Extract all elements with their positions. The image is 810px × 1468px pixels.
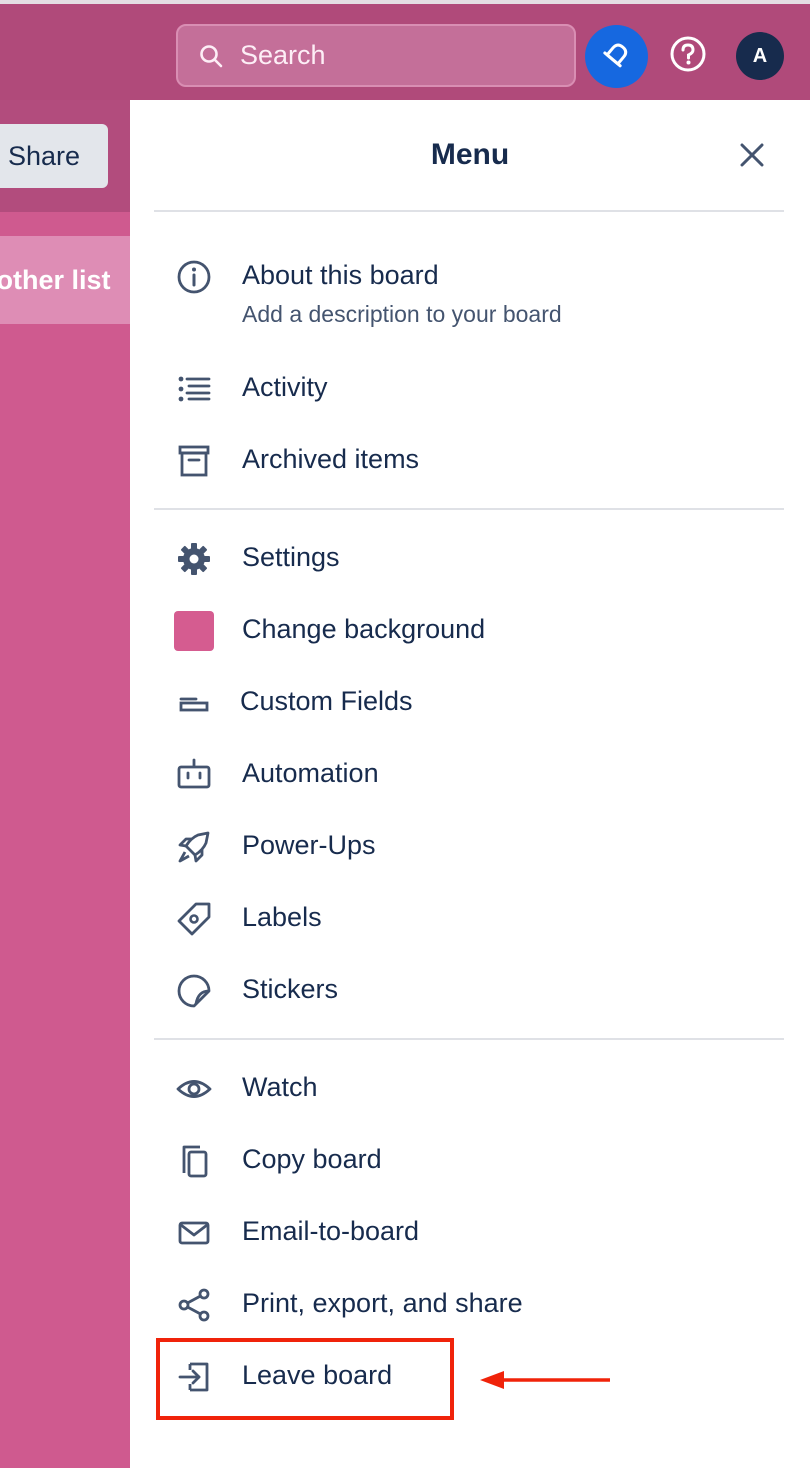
menu-title: Menu [430, 138, 510, 171]
activity-list-icon [174, 369, 214, 409]
menu-item-label: Custom Fields [240, 686, 413, 716]
menu-item-label: Settings [242, 542, 340, 572]
menu-item-label: Labels [242, 902, 322, 932]
menu-item-power-ups[interactable]: Power-Ups [174, 827, 376, 867]
close-menu-button[interactable] [733, 138, 771, 176]
notifications-button[interactable] [585, 25, 648, 88]
menu-item-labels[interactable]: Labels [174, 899, 322, 939]
divider [154, 508, 784, 510]
custom-fields-icon [174, 683, 214, 723]
help-button[interactable] [666, 34, 710, 78]
search-placeholder: Search [240, 40, 326, 70]
menu-item-description: Add a description to your board [242, 301, 562, 327]
menu-item-settings[interactable]: Settings [174, 539, 340, 579]
avatar[interactable]: A [736, 32, 784, 80]
background-swatch [174, 611, 214, 651]
search-icon [196, 41, 226, 71]
menu-item-email-to-board[interactable]: Email-to-board [174, 1213, 419, 1253]
menu-item-label: Email-to-board [242, 1216, 420, 1246]
top-bar: Search A [0, 0, 810, 100]
info-icon [174, 257, 214, 297]
email-icon [174, 1213, 214, 1253]
menu-item-label: About this board [242, 260, 439, 290]
share-button[interactable]: Share [0, 124, 108, 188]
annotation-arrow-icon [480, 1371, 610, 1389]
menu-item-automation[interactable]: Automation [174, 755, 379, 795]
notifications-icon [600, 37, 634, 76]
search-bar[interactable]: Search [176, 24, 576, 87]
close-icon [738, 141, 766, 174]
gear-icon [174, 539, 214, 579]
archive-icon [174, 441, 214, 481]
label-tag-icon [174, 899, 214, 939]
menu-item-archived-items[interactable]: Archived items [174, 441, 419, 481]
menu-item-label: Power-Ups [242, 830, 376, 860]
eye-icon [174, 1069, 214, 1109]
menu-item-copy-board[interactable]: Copy board [174, 1141, 382, 1181]
menu-item-custom-fields[interactable]: Custom Fields [174, 683, 413, 723]
add-another-list-button[interactable]: nother list [0, 236, 130, 324]
menu-item-about-board[interactable]: About this board Add a description to yo… [174, 257, 562, 327]
menu-item-label: Copy board [242, 1144, 382, 1174]
menu-item-label: Archived items [242, 444, 420, 474]
menu-item-label: Print, export, and share [242, 1288, 523, 1318]
automation-icon [174, 755, 214, 795]
menu-item-watch[interactable]: Watch [174, 1069, 318, 1109]
menu-item-print-export-share[interactable]: Print, export, and share [174, 1285, 523, 1325]
leave-board-highlight-box [156, 1338, 454, 1420]
help-icon [669, 35, 707, 78]
menu-item-activity[interactable]: Activity [174, 369, 328, 409]
divider [154, 210, 784, 212]
menu-item-change-background[interactable]: Change background [174, 611, 485, 651]
share-icon [174, 1285, 214, 1325]
menu-item-label: Watch [242, 1072, 318, 1102]
menu-item-stickers[interactable]: Stickers [174, 971, 338, 1011]
menu-item-label: Automation [242, 758, 379, 788]
copy-icon [174, 1141, 214, 1181]
add-list-label: nother list [0, 264, 111, 295]
menu-item-label: Activity [242, 372, 328, 402]
sticker-icon [174, 971, 214, 1011]
rocket-icon [174, 827, 214, 867]
board-menu-panel: Menu About this board Add a description … [130, 100, 810, 1468]
divider [154, 1038, 784, 1040]
menu-item-label: Stickers [242, 974, 339, 1004]
menu-item-label: Change background [242, 614, 486, 644]
